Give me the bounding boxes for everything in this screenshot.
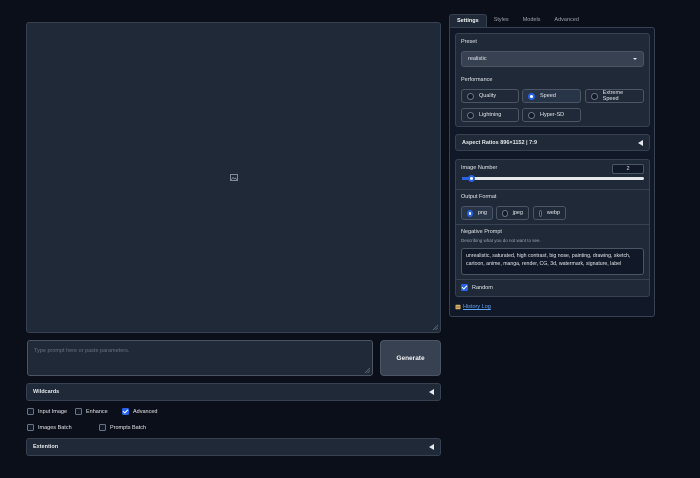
radio-label: Quality (479, 93, 497, 99)
random-checkbox[interactable]: Random (461, 284, 493, 291)
history-log-link[interactable]: History Log (455, 304, 491, 310)
resize-handle-icon[interactable] (432, 324, 438, 330)
tab-models[interactable]: Models (516, 14, 548, 28)
checkbox-label: Enhance (86, 408, 108, 415)
output-format-png[interactable]: png (461, 206, 493, 220)
enhance-checkbox[interactable]: Enhance (75, 408, 108, 415)
prompt-input[interactable]: Type prompt here or paste parameters. (27, 340, 373, 376)
history-log-label: History Log (463, 304, 491, 310)
divider (456, 224, 649, 225)
radio-dot[interactable] (467, 209, 473, 217)
resize-handle-icon[interactable] (364, 367, 370, 373)
radio-dot[interactable] (502, 209, 508, 217)
settings-panel: Preset realistic Performance Quality Spe… (449, 27, 655, 317)
extention-accordion[interactable]: Extention (26, 438, 441, 456)
checkbox-box[interactable] (27, 408, 34, 415)
preset-dropdown[interactable]: realistic (461, 51, 644, 67)
images-batch-checkbox[interactable]: Images Batch (27, 424, 72, 431)
tab-bar: Settings Styles Models Advanced (449, 14, 586, 28)
image-number-label: Image Number (461, 165, 498, 171)
extention-label: Extention (33, 444, 59, 450)
output-format-jpeg[interactable]: jpeg (496, 206, 529, 220)
checkbox-box[interactable] (461, 284, 468, 291)
checkbox-label: Prompts Batch (110, 424, 147, 431)
collapse-triangle-icon (429, 444, 434, 450)
checkbox-label: Images Batch (38, 424, 72, 431)
wildcards-label: Wildcards (33, 389, 60, 395)
performance-option-quality[interactable]: Quality (461, 89, 519, 103)
radio-label: Extreme Speed (602, 90, 624, 102)
tab-advanced[interactable]: Advanced (547, 14, 585, 28)
performance-label: Performance (461, 77, 493, 83)
collapse-triangle-icon (638, 139, 643, 146)
radio-dot[interactable] (591, 92, 598, 100)
checkbox-label: Advanced (133, 408, 158, 415)
preset-value: realistic (468, 56, 487, 62)
aspect-ratios-accordion[interactable]: Aspect Ratios 896×1152 | 7:9 (455, 134, 650, 151)
radio-label: Hyper-SD (540, 112, 565, 118)
tab-styles[interactable]: Styles (487, 14, 516, 28)
performance-option-speed[interactable]: Speed (522, 89, 581, 103)
radio-dot[interactable] (528, 111, 535, 119)
generation-options-block: Image Number 2 Output Format png jpeg we… (455, 159, 650, 297)
checkbox-box[interactable] (122, 408, 129, 415)
prompts-batch-checkbox[interactable]: Prompts Batch (99, 424, 146, 431)
preset-label: Preset (461, 39, 477, 45)
tab-settings[interactable]: Settings (449, 14, 487, 28)
radio-dot[interactable] (467, 92, 474, 100)
collapse-triangle-icon (429, 389, 434, 395)
preset-performance-block: Preset realistic Performance Quality Spe… (455, 33, 650, 127)
negative-prompt-label: Negative Prompt (461, 229, 502, 235)
radio-label: png (477, 210, 487, 216)
image-number-slider-track[interactable] (462, 177, 644, 180)
checkbox-label: Input Image (38, 408, 68, 415)
scroll-icon (455, 304, 461, 310)
generate-button[interactable]: Generate (380, 340, 441, 376)
radio-dot[interactable] (528, 92, 535, 100)
image-placeholder-icon (230, 174, 238, 181)
output-format-label: Output Format (461, 194, 497, 200)
radio-label: Speed (540, 93, 556, 99)
output-format-webp[interactable]: webp (533, 206, 566, 220)
divider (456, 279, 649, 280)
performance-option-lightning[interactable]: Lightning (461, 108, 519, 122)
radio-label: Lightning (479, 112, 502, 118)
checkbox-box[interactable] (27, 424, 34, 431)
performance-option-hyper-sd[interactable]: Hyper-SD (522, 108, 581, 122)
image-gallery[interactable] (26, 22, 441, 333)
advanced-checkbox[interactable]: Advanced (122, 408, 157, 415)
radio-label: webp (546, 210, 560, 216)
prompt-placeholder: Type prompt here or paste parameters. (34, 348, 130, 354)
checkbox-box[interactable] (75, 408, 82, 415)
radio-dot[interactable] (539, 209, 542, 217)
aspect-ratios-label: Aspect Ratios 896×1152 | 7:9 (462, 139, 538, 146)
checkbox-box[interactable] (99, 424, 106, 431)
wildcards-accordion[interactable]: Wildcards (26, 383, 441, 401)
performance-option-extreme-speed[interactable]: Extreme Speed (585, 89, 644, 103)
radio-label: jpeg (512, 210, 523, 216)
image-number-input[interactable]: 2 (612, 164, 644, 174)
negative-prompt-textarea[interactable]: unrealistic, saturated, high contrast, b… (461, 248, 644, 275)
negative-prompt-description: Describing what you do not want to see. (461, 238, 541, 243)
input-image-checkbox[interactable]: Input Image (27, 408, 67, 415)
divider (456, 189, 649, 190)
chevron-down-icon (633, 58, 637, 60)
radio-dot[interactable] (467, 111, 474, 119)
checkbox-label: Random (472, 284, 493, 291)
image-number-slider-thumb[interactable] (467, 175, 475, 182)
